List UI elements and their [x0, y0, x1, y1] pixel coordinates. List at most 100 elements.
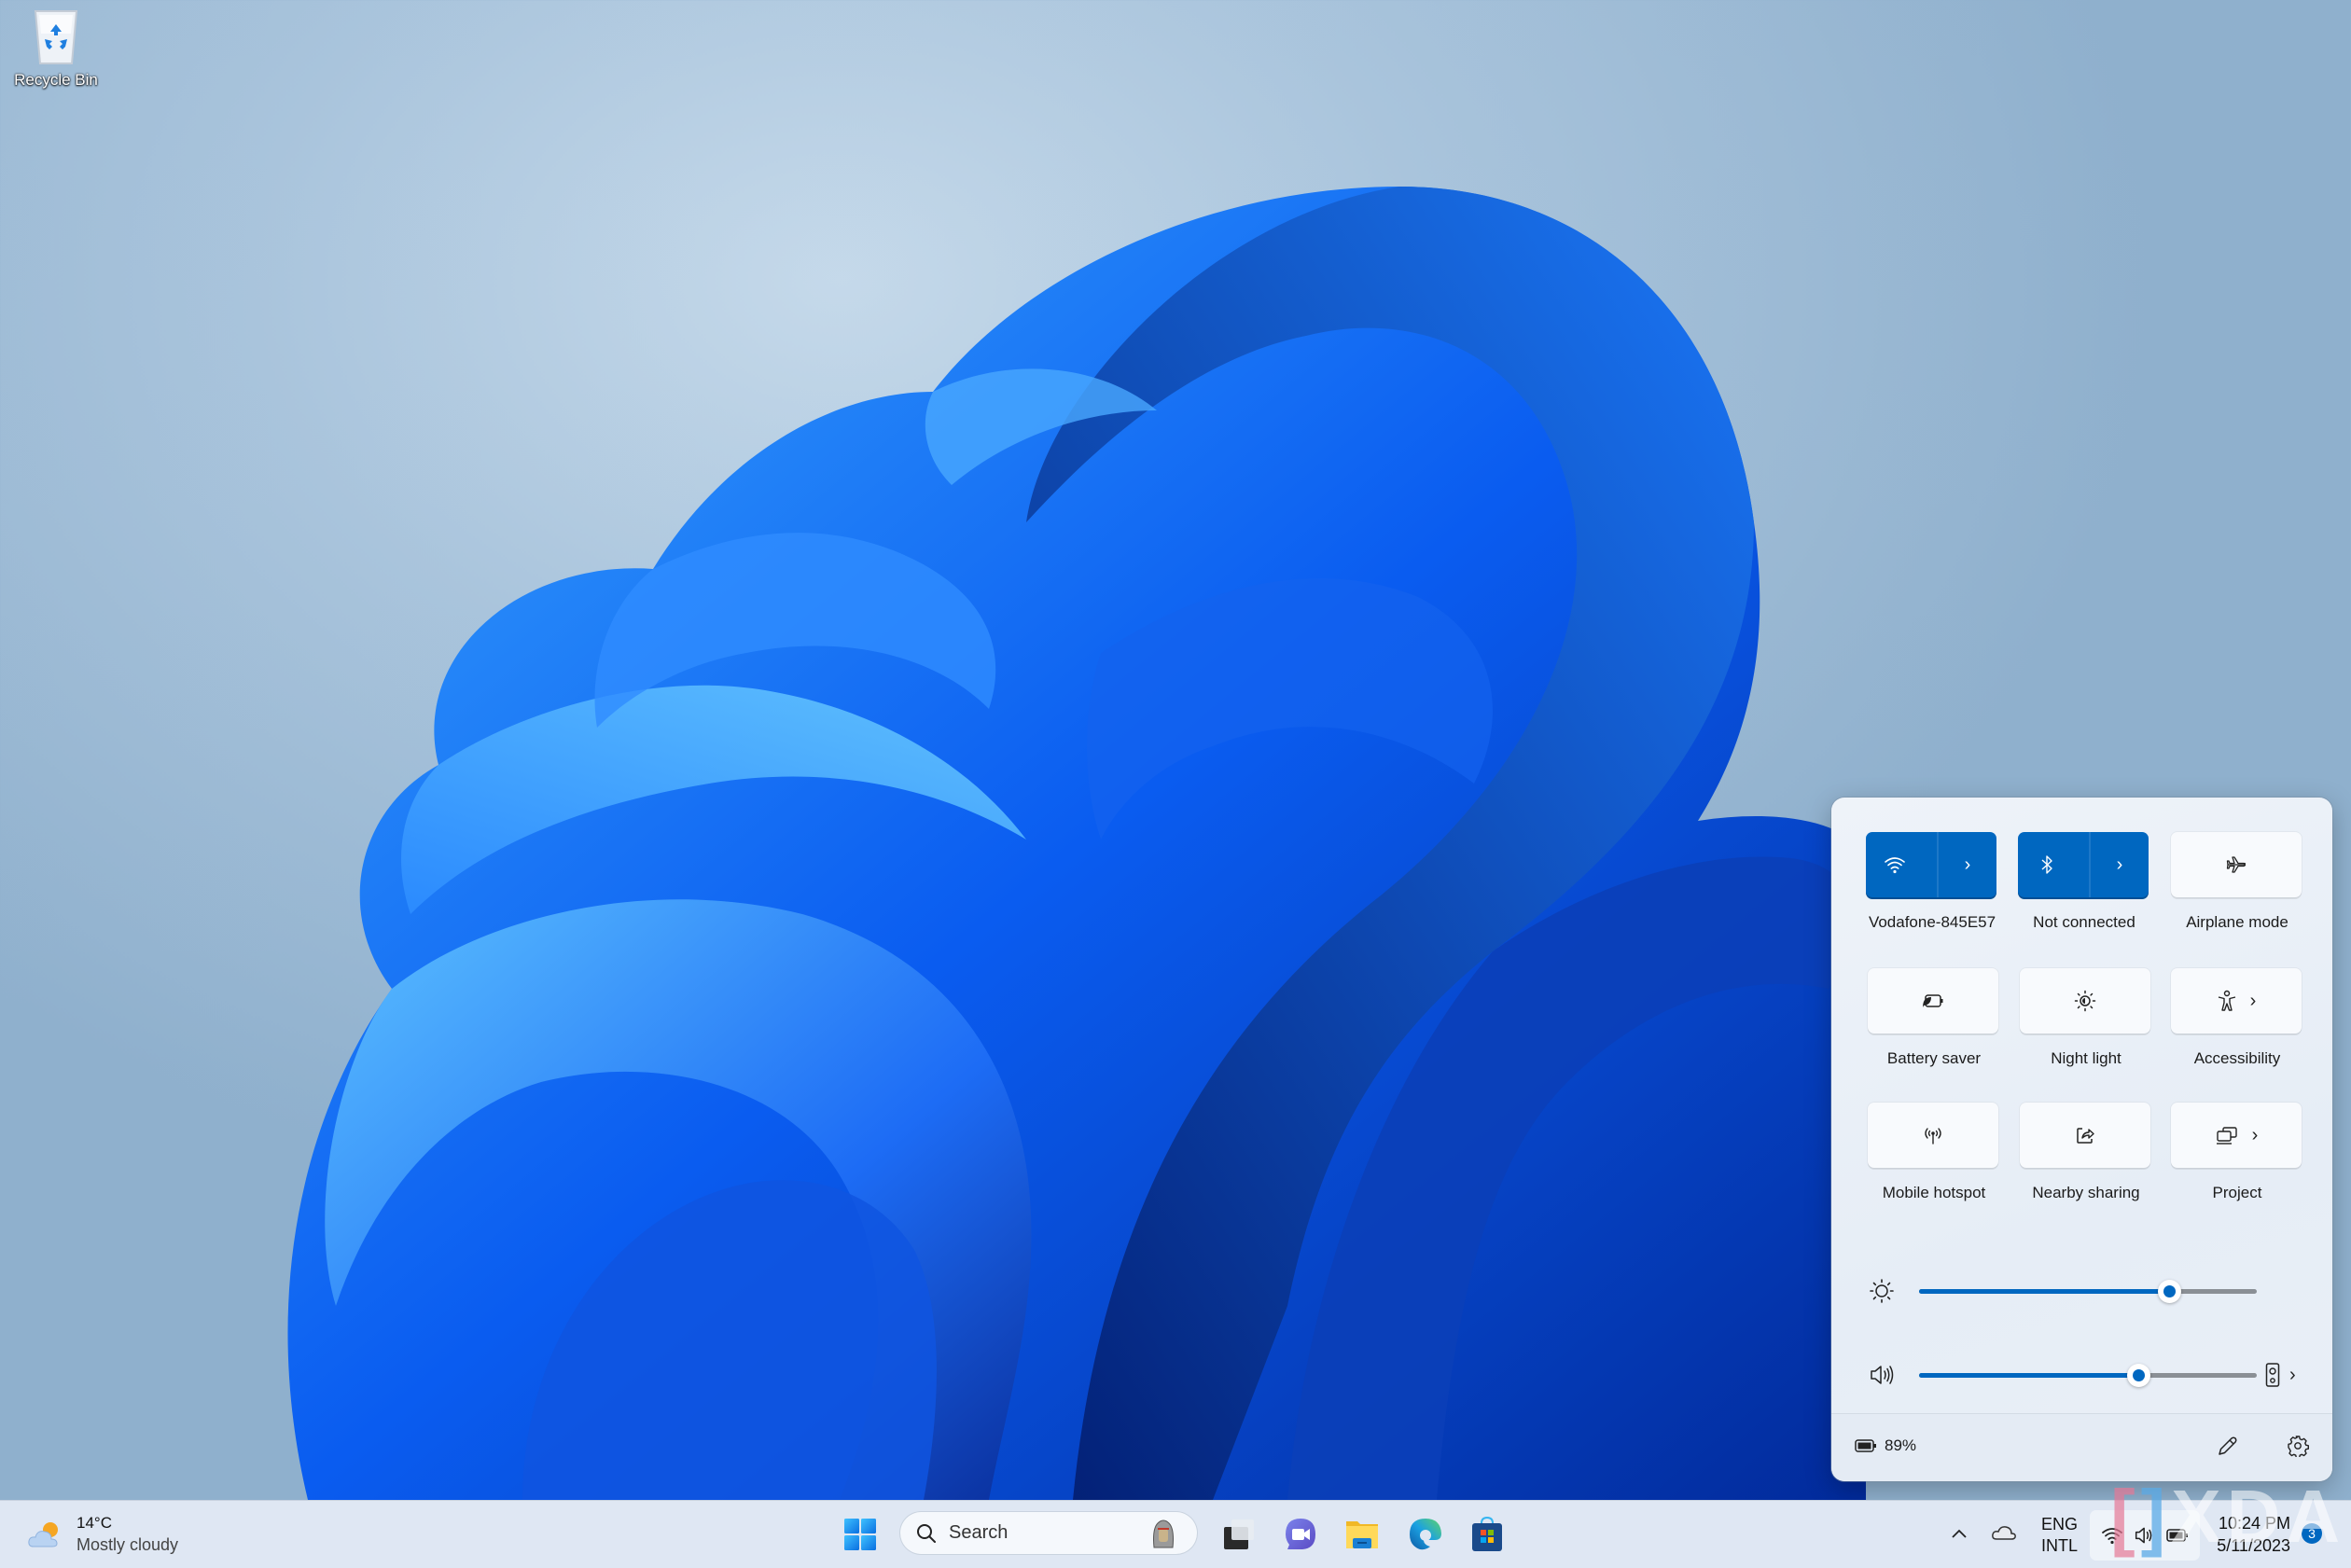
chevron-right-icon: ›: [2289, 1365, 2296, 1385]
partly-cloudy-icon: [28, 1522, 58, 1547]
hotspot-icon: [1925, 1128, 1941, 1145]
recycle-bin-icon: [30, 6, 82, 67]
volume-slider-thumb[interactable]: [2127, 1363, 2151, 1387]
gear-icon: [2288, 1436, 2309, 1459]
audio-output-button[interactable]: ›: [2265, 1362, 2296, 1388]
tile-bluetooth: › Not connected: [2018, 832, 2150, 932]
wifi-expand-button[interactable]: ›: [1937, 832, 1996, 897]
volume-slider-fill: [1919, 1372, 2139, 1378]
chevron-right-icon: ›: [2251, 1125, 2259, 1145]
volume-row: ›: [1869, 1356, 2298, 1394]
xda-watermark: []XDA: [2110, 1474, 2345, 1560]
night-light-button[interactable]: [2020, 968, 2150, 1034]
audio-output-icon: [2265, 1363, 2280, 1387]
bluetooth-status-label: Not connected: [2033, 913, 2135, 931]
battery-saver-label: Battery saver: [1886, 1049, 1982, 1067]
taskbar-edge[interactable]: [1407, 1516, 1444, 1553]
search-highlight-icon: [1153, 1519, 1174, 1548]
windows-logo-icon: [844, 1519, 876, 1550]
quick-settings-panel: › Vodafone-845E57 › Not connected Airpla: [1831, 798, 2332, 1481]
taskbar-file-explorer[interactable]: [1343, 1516, 1381, 1553]
tile-nearby-sharing: Nearby sharing: [2020, 1103, 2152, 1202]
language-code: ENG: [2041, 1515, 2079, 1533]
chevron-right-icon: ›: [2249, 991, 2257, 1011]
search-icon: [917, 1523, 936, 1543]
chevron-right-icon: ›: [1964, 854, 1971, 875]
airplane-mode-label: Airplane mode: [2186, 913, 2288, 931]
project-button[interactable]: ›: [2171, 1103, 2302, 1168]
project-label: Project: [2212, 1184, 2262, 1201]
brightness-icon: [1870, 1279, 1894, 1303]
tile-mobile-hotspot: Mobile hotspot: [1868, 1103, 2000, 1202]
onedrive-tray-button[interactable]: [1991, 1523, 2017, 1547]
folder-icon: [1346, 1521, 1378, 1548]
tile-wifi: › Vodafone-845E57: [1866, 832, 1998, 932]
bluetooth-toggle-button[interactable]: [2018, 832, 2076, 897]
weather-widget[interactable]: 14°C Mostly cloudy: [26, 1514, 178, 1555]
edit-quick-settings-button[interactable]: [2217, 1435, 2239, 1462]
weather-temperature: 14°C: [77, 1514, 112, 1532]
taskbar-teams-chat[interactable]: [1282, 1516, 1319, 1553]
brightness-slider-fill: [1919, 1288, 2169, 1294]
show-hidden-icons-button[interactable]: [1950, 1521, 1968, 1546]
bluetooth-icon: [2041, 855, 2052, 874]
desktop-icon-recycle-bin[interactable]: Recycle Bin: [7, 6, 104, 90]
keyboard-layout: INTL: [2041, 1536, 2079, 1555]
start-button[interactable]: [843, 1518, 877, 1556]
task-view-icon: [1224, 1519, 1254, 1549]
chevron-right-icon: ›: [2116, 854, 2123, 875]
airplane-mode-button[interactable]: [2171, 832, 2302, 897]
night-light-icon: [2074, 990, 2096, 1012]
battery-saver-button[interactable]: [1868, 968, 1998, 1034]
tile-project: › Project: [2171, 1103, 2303, 1202]
all-settings-button[interactable]: [2287, 1435, 2309, 1462]
mobile-hotspot-label: Mobile hotspot: [1882, 1184, 1986, 1201]
accessibility-icon: [2218, 990, 2235, 1011]
night-light-label: Night light: [2051, 1049, 2121, 1067]
accessibility-button[interactable]: ›: [2171, 968, 2302, 1034]
taskbar-task-view[interactable]: [1220, 1516, 1258, 1553]
tile-battery-saver: Battery saver: [1868, 968, 2000, 1068]
wifi-toggle-button[interactable]: [1866, 832, 1924, 897]
brightness-slider-thumb[interactable]: [2157, 1279, 2181, 1303]
bluetooth-expand-button[interactable]: ›: [2089, 832, 2149, 897]
share-icon: [2077, 1128, 2094, 1144]
bluetooth-toggle-tile: ›: [2018, 832, 2149, 897]
search-placeholder: Search: [949, 1522, 1009, 1543]
speaker-icon: [1871, 1366, 1894, 1384]
teams-chat-icon: [1286, 1519, 1315, 1549]
recycle-bin-label: Recycle Bin: [14, 71, 98, 89]
store-icon: [1472, 1516, 1502, 1551]
volume-slider[interactable]: [1919, 1363, 2257, 1387]
brightness-row: [1869, 1272, 2298, 1310]
tile-night-light: Night light: [2020, 968, 2152, 1068]
brightness-slider[interactable]: [1919, 1279, 2257, 1303]
battery-icon: [1855, 1439, 1876, 1452]
wifi-network-label: Vodafone-845E57: [1868, 913, 1996, 931]
nearby-sharing-button[interactable]: [2020, 1103, 2150, 1168]
edge-icon: [1410, 1519, 1441, 1550]
watermark-bracket-left: [: [2110, 1475, 2141, 1558]
mobile-hotspot-button[interactable]: [1868, 1103, 1998, 1168]
pencil-icon: [2219, 1436, 2237, 1455]
chevron-up-icon: [1952, 1529, 1967, 1538]
nearby-sharing-label: Nearby sharing: [2032, 1184, 2140, 1201]
taskbar-search-box[interactable]: Search: [900, 1512, 1197, 1554]
airplane-icon: [2226, 856, 2247, 873]
battery-status[interactable]: 89%: [1855, 1436, 1916, 1455]
quick-settings-footer: 89%: [1831, 1413, 2332, 1481]
tile-accessibility: › Accessibility: [2171, 968, 2303, 1068]
tile-airplane-mode: Airplane mode: [2171, 832, 2303, 932]
battery-percent: 89%: [1885, 1436, 1917, 1454]
battery-saver-icon: [1923, 994, 1943, 1007]
taskbar-microsoft-store[interactable]: [1468, 1516, 1506, 1553]
input-language-indicator[interactable]: ENG INTL: [2041, 1514, 2078, 1557]
watermark-bracket-right: ]: [2140, 1475, 2172, 1558]
wifi-toggle-tile: ›: [1866, 832, 1996, 897]
project-icon: [2216, 1127, 2237, 1145]
onedrive-cloud-icon: [1992, 1526, 2016, 1540]
watermark-text: XDA: [2171, 1475, 2346, 1558]
wifi-icon: [1885, 857, 1905, 874]
taskbar: 14°C Mostly cloudy Search ENG INTL 10:24…: [0, 1500, 2351, 1568]
accessibility-label: Accessibility: [2193, 1049, 2281, 1067]
